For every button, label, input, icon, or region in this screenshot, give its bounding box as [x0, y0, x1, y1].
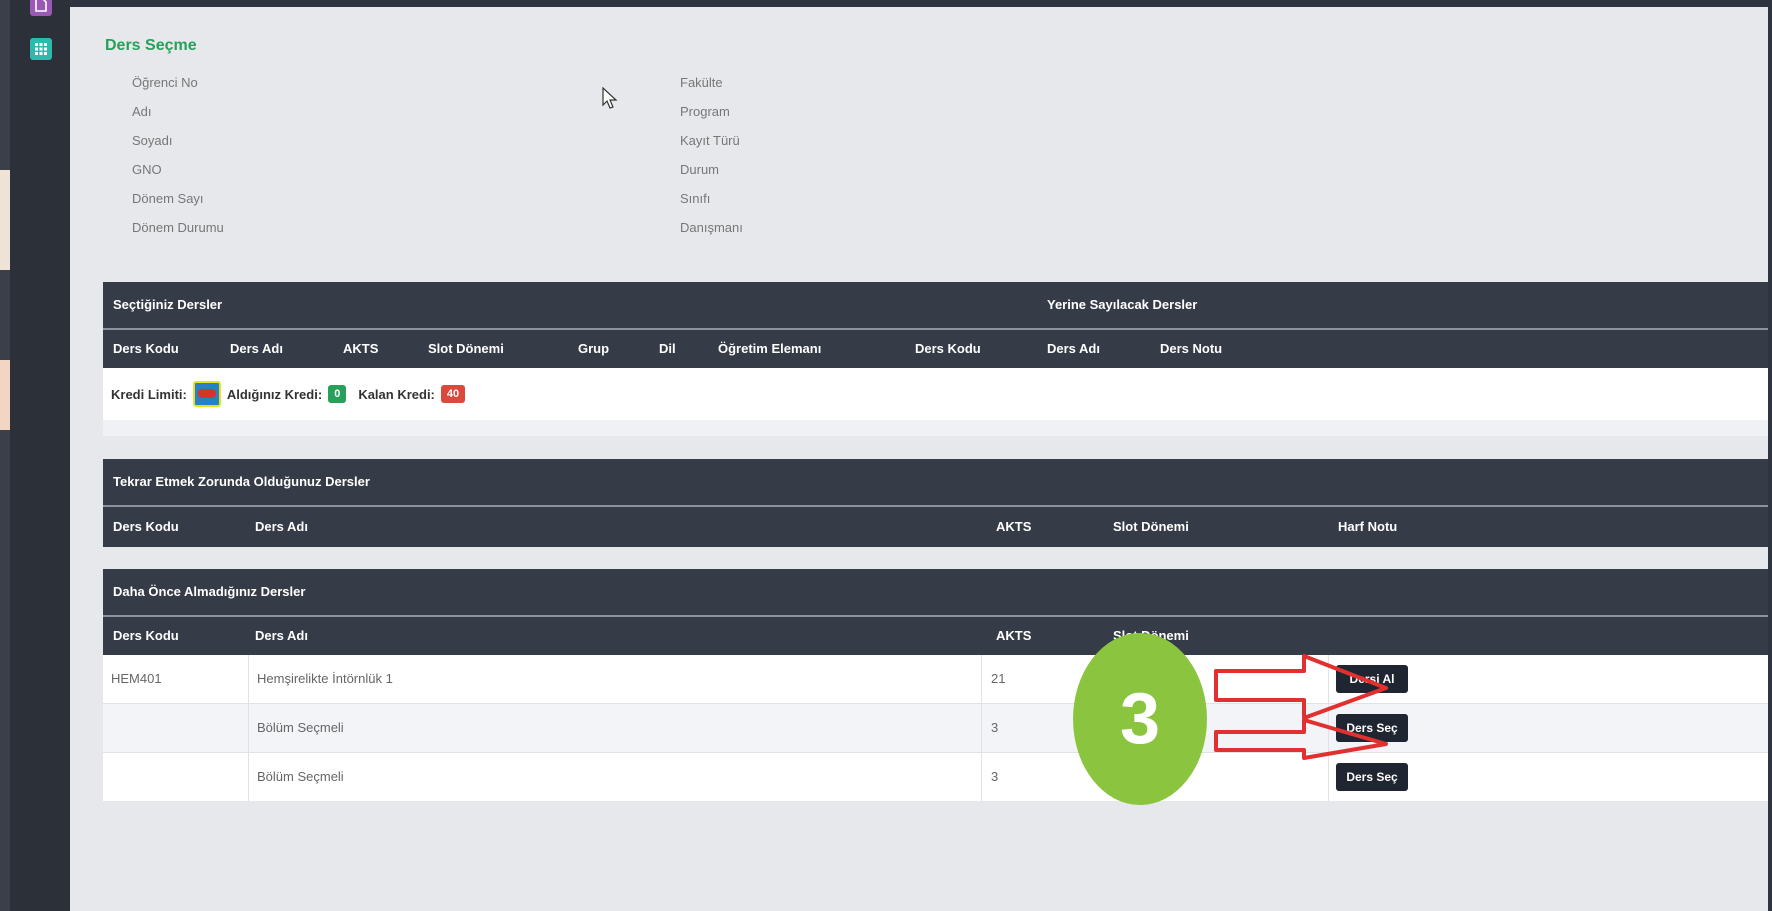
column-header: Slot Dönemi — [1113, 519, 1189, 534]
background-stripe — [0, 170, 10, 270]
remaining-credits-label: Kalan Kredi: — [358, 386, 435, 402]
course-name: Hemşirelikte İntörnlük 1 — [257, 671, 393, 686]
remaining-credits-badge: 40 — [440, 385, 466, 403]
info-label-gno: GNO — [132, 162, 162, 177]
repeat-courses-title: Tekrar Etmek Zorunda Olduğunuz Dersler — [113, 474, 370, 489]
column-header: Ders Adı — [255, 628, 308, 643]
repeat-courses-columns: Ders Kodu Ders Adı AKTS Slot Dönemi Harf… — [103, 507, 1772, 547]
cell-border — [981, 704, 982, 752]
right-edge — [1768, 0, 1772, 911]
column-header: Ders Adı — [1047, 341, 1100, 356]
course-akts: 3 — [991, 769, 999, 784]
page-title: Ders Seçme — [105, 37, 197, 54]
annotation-arrows — [1214, 654, 1388, 760]
info-label-advisor: Danışmanı — [680, 220, 743, 235]
cell-border — [981, 753, 982, 801]
column-header: Ders Notu — [1160, 341, 1223, 356]
info-label-class: Sınıfı — [680, 191, 711, 206]
course-akts: 3 — [991, 720, 999, 735]
column-header: Grup — [578, 341, 610, 356]
scribble-mark — [197, 389, 216, 398]
red-arrow-bottom — [1214, 718, 1388, 760]
not-taken-courses-title: Daha Önce Almadığınız Dersler — [113, 584, 306, 599]
info-label-term-count: Dönem Sayı — [132, 191, 204, 206]
info-label-term-status: Dönem Durumu — [132, 220, 224, 235]
not-taken-courses-panel: Daha Önce Almadığınız Dersler Ders Kodu … — [103, 569, 1772, 801]
panel-footer — [103, 420, 1772, 436]
cell-border — [248, 704, 249, 752]
cell-border — [1328, 753, 1329, 801]
column-header: Dil — [659, 341, 676, 356]
credits-taken-label: Aldığınız Kredi: — [226, 386, 323, 402]
course-akts: 21 — [991, 671, 1006, 686]
table-row: Bölüm Seçmeli 3 Ders Seç — [103, 753, 1772, 801]
red-arrow-top — [1214, 654, 1388, 720]
replacement-courses-title: Yerine Sayılacak Dersler — [1047, 297, 1198, 312]
cell-border — [981, 655, 982, 703]
info-label-surname: Soyadı — [132, 133, 173, 148]
column-header: Ders Adı — [255, 519, 308, 534]
column-header: AKTS — [996, 628, 1032, 643]
course-name: Bölüm Seçmeli — [257, 720, 344, 735]
grid-apps-icon[interactable] — [30, 38, 52, 60]
column-header: Harf Notu — [1338, 519, 1398, 534]
not-taken-courses-header: Daha Önce Almadığınız Dersler — [103, 569, 1772, 615]
credit-summary-row: Kredi Limiti: Aldığınız Kredi: 0 Kalan K… — [103, 368, 1772, 420]
column-header: Öğretim Elemanı — [718, 341, 822, 356]
column-header: AKTS — [996, 519, 1032, 534]
selected-courses-panel: Seçtiğiniz Dersler Yerine Sayılacak Ders… — [103, 282, 1772, 436]
repeat-courses-panel: Tekrar Etmek Zorunda Olduğunuz Dersler D… — [103, 459, 1772, 547]
info-label-name: Adı — [132, 104, 152, 119]
course-code: HEM401 — [111, 671, 162, 686]
main-content: Ders Seçme Öğrenci No Adı Soyadı GNO Dön… — [70, 7, 1772, 911]
left-edge — [0, 0, 10, 911]
sidebar — [10, 0, 70, 911]
select-course-button[interactable]: Ders Seç — [1336, 763, 1408, 791]
cell-border — [248, 753, 249, 801]
column-header: Ders Kodu — [113, 341, 179, 356]
selected-courses-columns: Ders Kodu Ders Adı AKTS Slot Dönemi Grup… — [103, 330, 1772, 368]
background-stripe — [0, 360, 10, 430]
document-icon[interactable] — [30, 0, 52, 16]
credit-limit-badge — [192, 381, 221, 407]
info-label-registration-type: Kayıt Türü — [680, 133, 740, 148]
column-header: Ders Adı — [230, 341, 283, 356]
info-label-program: Program — [680, 104, 730, 119]
top-bar — [70, 0, 1772, 7]
table-row: HEM401 Hemşirelikte İntörnlük 1 21 Dersi… — [103, 655, 1772, 703]
not-taken-courses-columns: Ders Kodu Ders Adı AKTS Slot Dönemi — [103, 617, 1772, 655]
repeat-courses-header: Tekrar Etmek Zorunda Olduğunuz Dersler — [103, 459, 1772, 505]
mouse-cursor-icon — [602, 86, 618, 116]
column-header: Ders Kodu — [113, 628, 179, 643]
selected-courses-header: Seçtiğiniz Dersler Yerine Sayılacak Ders… — [103, 282, 1772, 328]
selected-courses-title: Seçtiğiniz Dersler — [113, 297, 223, 312]
credits-taken-badge: 0 — [328, 385, 347, 403]
info-label-student-no: Öğrenci No — [132, 75, 198, 90]
cell-border — [248, 655, 249, 703]
column-header: Ders Kodu — [113, 519, 179, 534]
course-name: Bölüm Seçmeli — [257, 769, 344, 784]
column-header: Ders Kodu — [915, 341, 981, 356]
column-header: Slot Dönemi — [428, 341, 504, 356]
table-row: Bölüm Seçmeli 3 Ders Seç — [103, 704, 1772, 752]
credit-limit-label: Kredi Limiti: — [111, 386, 187, 402]
info-label-faculty: Fakülte — [680, 75, 723, 90]
column-header: AKTS — [343, 341, 379, 356]
info-label-status: Durum — [680, 162, 720, 177]
